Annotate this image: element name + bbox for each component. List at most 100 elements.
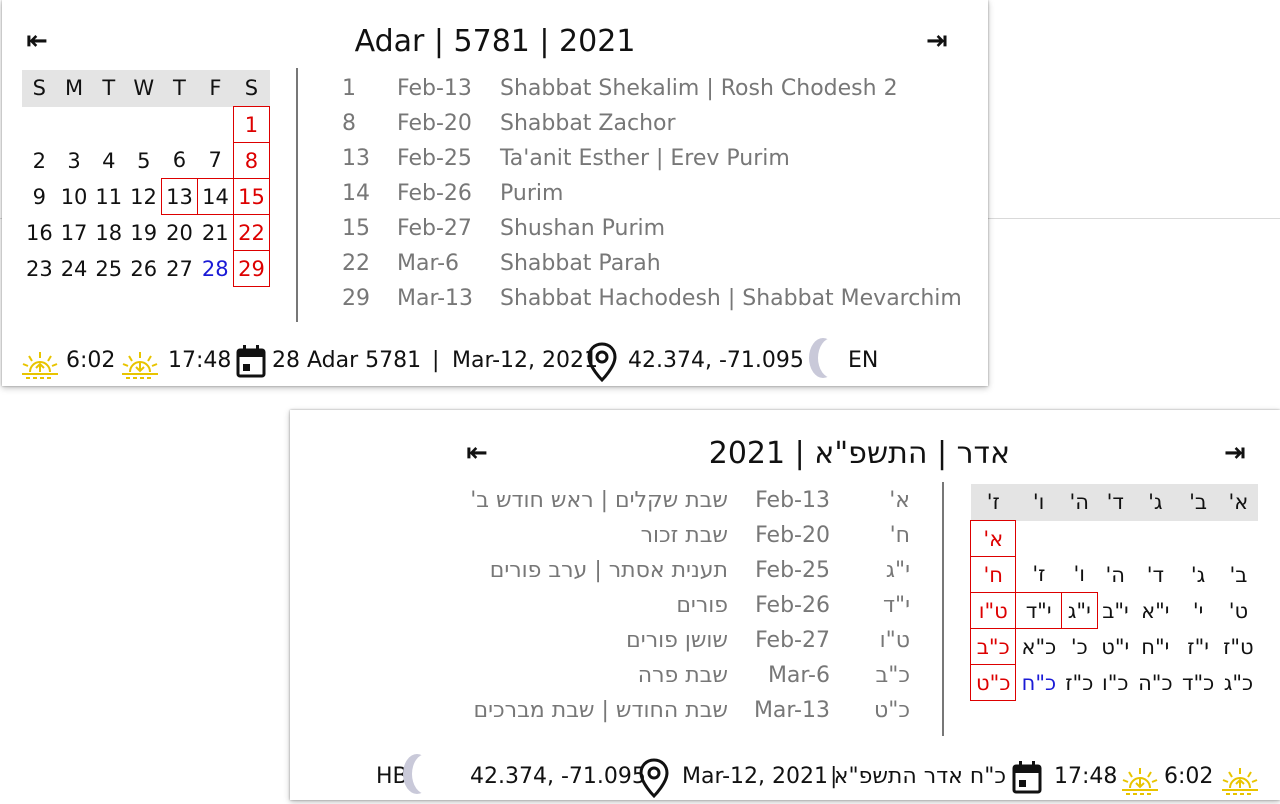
- day-cell[interactable]: 2: [22, 143, 57, 179]
- calendar-icon[interactable]: [1012, 760, 1042, 800]
- day-cell[interactable]: ו': [1061, 557, 1097, 593]
- day-cell[interactable]: 1: [232, 106, 271, 143]
- language-toggle[interactable]: EN: [848, 348, 878, 373]
- day-cell[interactable]: 10: [57, 179, 92, 215]
- day-cell[interactable]: 26: [126, 251, 161, 287]
- divider: [942, 482, 944, 736]
- day-cell[interactable]: 14: [196, 178, 234, 215]
- weekday-header: T: [161, 70, 198, 107]
- holiday-date: Mar-6: [397, 251, 460, 276]
- day-cell[interactable]: י"ט: [1097, 629, 1133, 665]
- day-cell[interactable]: 8: [232, 142, 271, 179]
- day-cell[interactable]: 17: [57, 215, 92, 251]
- calendar-icon[interactable]: [236, 344, 266, 384]
- day-cell[interactable]: 28: [197, 251, 233, 287]
- holiday-day: 13: [342, 146, 370, 171]
- day-cell[interactable]: ח': [969, 556, 1017, 593]
- day-cell[interactable]: ד': [1133, 557, 1177, 593]
- sunrise-icon: [1220, 766, 1260, 802]
- status-footer: HB 42.374, -71.095 Mar-12, 2021 | כ"ח אד…: [374, 758, 1280, 802]
- holiday-name: Shabbat Parah: [500, 251, 661, 276]
- week-row: ט' י' י"א י"ב י"ג י"ד ט"ו: [969, 592, 1259, 629]
- day-cell[interactable]: 22: [232, 214, 271, 251]
- day-cell[interactable]: 5: [126, 143, 161, 179]
- day-cell[interactable]: י"ז: [1177, 629, 1218, 665]
- location-pin-icon[interactable]: [586, 342, 618, 388]
- day-cell[interactable]: כ"ה: [1133, 665, 1177, 701]
- empty-day-cell: [1061, 521, 1097, 557]
- holiday-row: 15 Feb-27 Shushan Purim: [342, 216, 962, 251]
- next-month-button[interactable]: ⇥: [926, 28, 948, 54]
- day-cell[interactable]: כ"ד: [1177, 665, 1218, 701]
- month-title: Adar | 5781 | 2021: [354, 24, 636, 59]
- day-cell[interactable]: ט"ז: [1219, 629, 1258, 665]
- day-cell[interactable]: 11: [91, 179, 126, 215]
- day-cell[interactable]: 12: [126, 179, 161, 215]
- holiday-day: א': [889, 488, 910, 513]
- gregorian-date: Mar-12, 2021: [452, 348, 599, 373]
- prev-month-button[interactable]: ⇤: [466, 440, 488, 466]
- day-cell[interactable]: ב': [1219, 557, 1258, 593]
- day-cell[interactable]: כ"ח: [1016, 665, 1061, 701]
- holiday-row: 29 Mar-13 Shabbat Hachodesh | Shabbat Meva…: [342, 286, 962, 321]
- holiday-row: 13 Feb-25 Ta'anit Esther | Erev Purim: [342, 146, 962, 181]
- day-cell[interactable]: כ"א: [1016, 629, 1061, 665]
- day-cell[interactable]: 4: [91, 143, 126, 179]
- location-pin-icon[interactable]: [638, 758, 670, 804]
- next-month-button[interactable]: ⇥: [1224, 440, 1246, 466]
- day-cell[interactable]: 24: [57, 251, 92, 287]
- day-cell[interactable]: י"א: [1133, 593, 1177, 629]
- day-cell[interactable]: 18: [91, 215, 126, 251]
- day-cell[interactable]: 19: [126, 215, 161, 251]
- day-cell[interactable]: 3: [57, 143, 92, 179]
- day-cell[interactable]: ה': [1097, 557, 1133, 593]
- day-cell[interactable]: 6: [161, 143, 197, 179]
- day-cell[interactable]: 29: [232, 250, 271, 287]
- day-cell[interactable]: 20: [161, 215, 197, 251]
- day-cell[interactable]: כ"ו: [1097, 665, 1133, 701]
- holiday-row: 22 Mar-6 Shabbat Parah: [342, 251, 962, 286]
- day-cell[interactable]: 9: [22, 179, 57, 215]
- day-cell[interactable]: 27: [161, 251, 197, 287]
- day-cell[interactable]: י"ח: [1133, 629, 1177, 665]
- day-cell[interactable]: כ"ז: [1061, 665, 1097, 701]
- holiday-name: שבת החודש | שבת מברכים: [473, 698, 728, 723]
- day-cell[interactable]: י"ד: [1015, 592, 1062, 629]
- day-cell[interactable]: י"ג: [1060, 592, 1098, 629]
- day-cell[interactable]: כ"ג: [1219, 665, 1258, 701]
- day-cell[interactable]: י': [1177, 593, 1218, 629]
- day-cell[interactable]: א': [969, 520, 1017, 557]
- status-footer: 6:02 17:48 28 Adar 5781 | Mar-12, 2021 4…: [20, 342, 980, 384]
- week-row: 23 24 25 26 27 28 29: [22, 250, 271, 287]
- day-cell[interactable]: 15: [232, 178, 271, 215]
- weekday-header: ג': [1133, 484, 1178, 521]
- week-row: א': [969, 520, 1259, 557]
- day-cell[interactable]: ז': [1016, 557, 1061, 593]
- day-cell[interactable]: כ"ט: [969, 664, 1017, 701]
- day-cell[interactable]: 25: [91, 251, 126, 287]
- holiday-name: Shabbat Zachor: [500, 111, 676, 136]
- day-cell[interactable]: 16: [22, 215, 57, 251]
- holiday-date: Feb-20: [755, 523, 830, 548]
- empty-day-cell: [91, 107, 126, 143]
- day-cell[interactable]: ג': [1177, 557, 1218, 593]
- day-cell[interactable]: 7: [197, 143, 233, 179]
- day-cell[interactable]: 23: [22, 251, 57, 287]
- holiday-date: Feb-26: [397, 181, 472, 206]
- day-cell[interactable]: 21: [197, 215, 233, 251]
- day-cell[interactable]: כ"ב: [969, 628, 1017, 665]
- sunrise-time: 6:02: [66, 348, 116, 373]
- holiday-day: 1: [342, 76, 356, 101]
- day-cell[interactable]: כ': [1061, 629, 1097, 665]
- holiday-name: Ta'anit Esther | Erev Purim: [500, 146, 790, 171]
- day-cell[interactable]: ט"ו: [969, 592, 1017, 629]
- day-cell[interactable]: ט': [1219, 593, 1258, 629]
- holiday-date: Mar-13: [397, 286, 474, 311]
- language-toggle[interactable]: HB: [376, 764, 408, 789]
- week-row: ב' ג' ד' ה' ו' ז' ח': [969, 556, 1259, 593]
- day-cell[interactable]: 13: [160, 178, 198, 215]
- holiday-name: Shabbat Shekalim | Rosh Chodesh 2: [500, 76, 898, 101]
- holiday-date: Feb-13: [755, 488, 830, 513]
- sunset-time: 17:48: [168, 348, 232, 373]
- day-cell[interactable]: י"ב: [1097, 593, 1133, 629]
